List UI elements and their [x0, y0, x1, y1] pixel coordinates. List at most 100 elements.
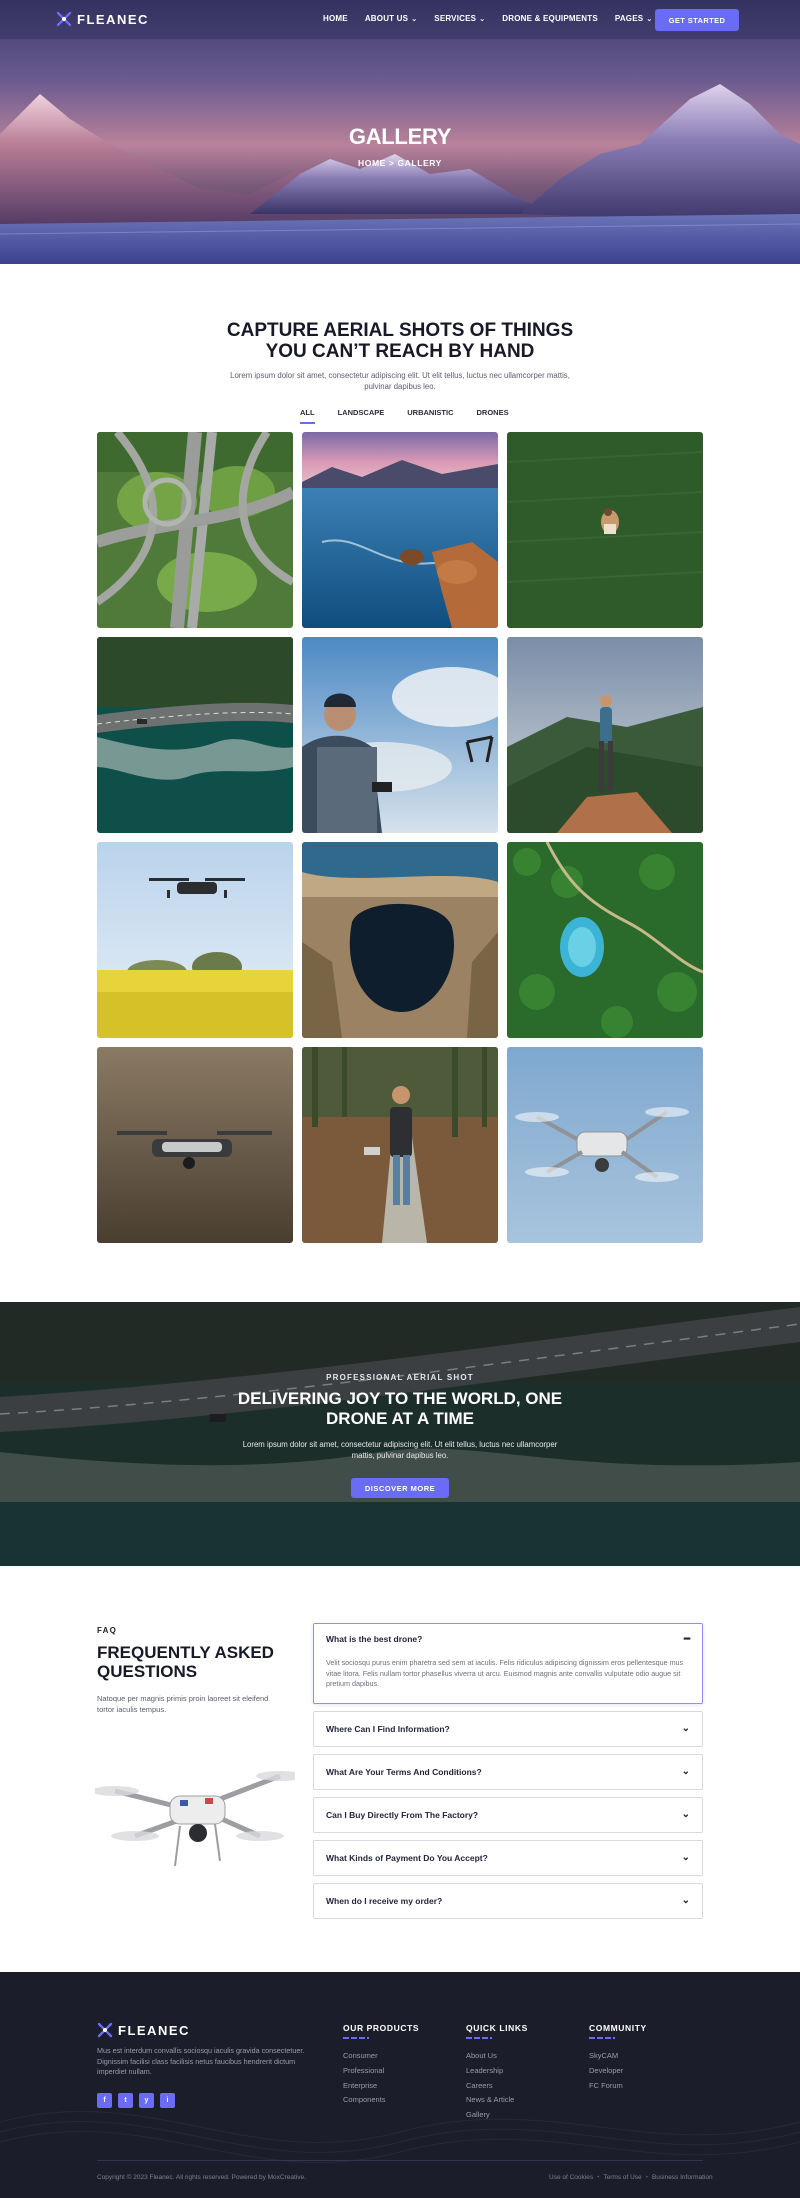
- man-boardwalk-image[interactable]: [302, 1047, 498, 1243]
- site-header: FLEANEC HOME ABOUT US ⌄ SERVICES ⌄ DRONE &…: [0, 0, 800, 40]
- site-footer: FLEANEC Mus est interdum convallis socio…: [0, 1972, 800, 2198]
- footer-description: Mus est interdum convallis sociosqu iacu…: [97, 2046, 305, 2076]
- faq-question[interactable]: When do I receive my order? ⌄: [314, 1884, 702, 1918]
- chevron-down-icon[interactable]: ⌄: [682, 1809, 690, 1820]
- faq-question-text: Where Can I Find Information?: [326, 1723, 450, 1734]
- legal-link[interactable]: Business Information: [652, 2174, 713, 2181]
- breadcrumb-home[interactable]: HOME: [358, 158, 386, 168]
- nav-pages-label: PAGES: [614, 14, 644, 23]
- tab-urbanistic[interactable]: URBANISTIC: [407, 408, 453, 424]
- faq-item[interactable]: What Kinds of Payment Do You Accept? ⌄: [313, 1839, 703, 1876]
- faq-title: FREQUENTLY ASKED QUESTIONS: [97, 1643, 297, 1681]
- faq-question[interactable]: What Are Your Terms And Conditions? ⌄: [314, 1755, 702, 1789]
- faq-item[interactable]: When do I receive my order? ⌄: [313, 1882, 703, 1919]
- nav-pages[interactable]: PAGES ⌄: [615, 14, 653, 23]
- faq-description: Natoque per magnis primis proin laoreet …: [97, 1694, 269, 1714]
- tab-drones[interactable]: DRONES: [477, 408, 509, 424]
- chevron-down-icon[interactable]: ⌄: [682, 1766, 690, 1777]
- footer-link[interactable]: FC Forum: [589, 2079, 647, 2094]
- faq-question-text: What Are Your Terms And Conditions?: [326, 1766, 482, 1777]
- get-started-button[interactable]: GET STARTED: [655, 9, 739, 31]
- footer-link[interactable]: Enterprise: [343, 2079, 419, 2094]
- banner-title-line-2: DRONE AT A TIME: [326, 1409, 474, 1428]
- twitter-icon[interactable]: t: [118, 2093, 133, 2108]
- heading-underline: [589, 2037, 615, 2039]
- coastal-bay-image[interactable]: [302, 432, 498, 628]
- breadcrumb-current: GALLERY: [397, 158, 442, 168]
- drone-pilot-image[interactable]: [302, 637, 498, 833]
- footer-link[interactable]: Components: [343, 2093, 419, 2108]
- footer-column-heading: OUR PRODUCTS: [343, 2023, 420, 2033]
- highway-interchange-image[interactable]: [97, 432, 293, 628]
- instagram-icon[interactable]: i: [160, 2093, 175, 2108]
- aerial-shot-banner: PROFESSIONAL AERIAL SHOT DELIVERING JOY …: [0, 1302, 800, 1566]
- mountains-background-image: [0, 84, 800, 264]
- footer-link[interactable]: Consumer: [343, 2049, 419, 2064]
- nav-drone-label: DRONE & EQUIPMENTS: [502, 14, 598, 23]
- chevron-down-icon[interactable]: ⌄: [682, 1723, 690, 1734]
- chevron-down-icon[interactable]: ⌄: [682, 1895, 690, 1906]
- cave-lake-image[interactable]: [302, 842, 498, 1038]
- hovering-drone-image[interactable]: [97, 1047, 293, 1243]
- hiker-mountain-image[interactable]: [507, 637, 703, 833]
- gallery-grid: [97, 432, 703, 1243]
- footer-divider: [97, 2160, 703, 2161]
- nav-home[interactable]: HOME: [323, 14, 348, 23]
- tab-all[interactable]: ALL: [300, 408, 315, 424]
- banner-title: DELIVERING JOY TO THE WORLD, ONE DRONE A…: [0, 1389, 800, 1429]
- logo[interactable]: FLEANEC: [56, 11, 149, 27]
- footer-column-quick-links: QUICK LINKS About Us Leadership Careers …: [466, 2023, 528, 2123]
- logo-text: FLEANEC: [77, 11, 149, 27]
- minus-icon[interactable]: ━: [684, 1634, 690, 1645]
- coastal-road-image[interactable]: [97, 637, 293, 833]
- faq-question[interactable]: Where Can I Find Information? ⌄: [314, 1712, 702, 1746]
- drone-logo-icon: [56, 11, 72, 27]
- breadcrumb: HOME > GALLERY: [0, 158, 800, 168]
- footer-link[interactable]: News & Article: [466, 2093, 528, 2108]
- faq-item[interactable]: What Are Your Terms And Conditions? ⌄: [313, 1753, 703, 1790]
- sky-drone-image[interactable]: [507, 1047, 703, 1243]
- faq-question[interactable]: What is the best drone? ━: [314, 1624, 702, 1654]
- discover-more-button[interactable]: DISCOVER MORE: [351, 1478, 449, 1498]
- footer-link[interactable]: Gallery: [466, 2108, 528, 2123]
- gallery-description: Lorem ipsum dolor sit amet, consectetur …: [230, 371, 570, 391]
- gallery-filter-tabs: ALL LANDSCAPE URBANISTIC DRONES: [300, 408, 532, 424]
- faq-accordion: What is the best drone? ━ Velit sociosqu…: [313, 1623, 703, 1926]
- faq-item[interactable]: Can I Buy Directly From The Factory? ⌄: [313, 1796, 703, 1833]
- nav-drone-equipments[interactable]: DRONE & EQUIPMENTS: [502, 14, 598, 23]
- field-person-image[interactable]: [507, 432, 703, 628]
- faq-question[interactable]: What Kinds of Payment Do You Accept? ⌄: [314, 1841, 702, 1875]
- footer-link[interactable]: Careers: [466, 2079, 528, 2094]
- gallery-title-line-2: YOU CAN’T REACH BY HAND: [265, 341, 535, 362]
- tab-landscape[interactable]: LANDSCAPE: [338, 408, 385, 424]
- forest-lake-image[interactable]: [507, 842, 703, 1038]
- nav-about-us[interactable]: ABOUT US ⌄: [365, 14, 417, 23]
- nav-services-label: SERVICES: [434, 14, 477, 23]
- footer-link[interactable]: Developer: [589, 2064, 647, 2079]
- banner-overlay: [0, 1302, 800, 1566]
- page-title: GALLERY: [348, 124, 452, 149]
- youtube-icon[interactable]: y: [139, 2093, 154, 2108]
- legal-links: Use of Cookies • Terms of Use • Business…: [549, 2174, 713, 2181]
- footer-logo-text: FLEANEC: [118, 2022, 190, 2038]
- footer-link[interactable]: About Us: [466, 2049, 528, 2064]
- footer-link[interactable]: SkyCAM: [589, 2049, 647, 2064]
- nav-about-label: ABOUT US: [364, 14, 409, 23]
- footer-link[interactable]: Leadership: [466, 2064, 528, 2079]
- faq-item[interactable]: Where Can I Find Information? ⌄: [313, 1710, 703, 1747]
- legal-link[interactable]: Terms of Use: [603, 2174, 641, 2181]
- faq-question[interactable]: Can I Buy Directly From The Factory? ⌄: [314, 1798, 702, 1832]
- chevron-down-icon[interactable]: ⌄: [682, 1852, 690, 1863]
- facebook-icon[interactable]: f: [97, 2093, 112, 2108]
- nav-home-label: HOME: [323, 14, 348, 23]
- drone-rapeseed-image[interactable]: [97, 842, 293, 1038]
- footer-logo[interactable]: FLEANEC: [97, 2022, 190, 2038]
- banner-title-line-1: DELIVERING JOY TO THE WORLD, ONE: [237, 1389, 563, 1408]
- footer-link[interactable]: Professional: [343, 2064, 419, 2079]
- faq-item[interactable]: What is the best drone? ━ Velit sociosqu…: [313, 1623, 703, 1704]
- heading-underline: [466, 2037, 492, 2039]
- nav-services[interactable]: SERVICES ⌄: [434, 14, 485, 23]
- main-nav: HOME ABOUT US ⌄ SERVICES ⌄ DRONE & EQUIPME…: [323, 14, 669, 23]
- legal-link[interactable]: Use of Cookies: [549, 2174, 593, 2181]
- drone-logo-icon: [97, 2022, 113, 2038]
